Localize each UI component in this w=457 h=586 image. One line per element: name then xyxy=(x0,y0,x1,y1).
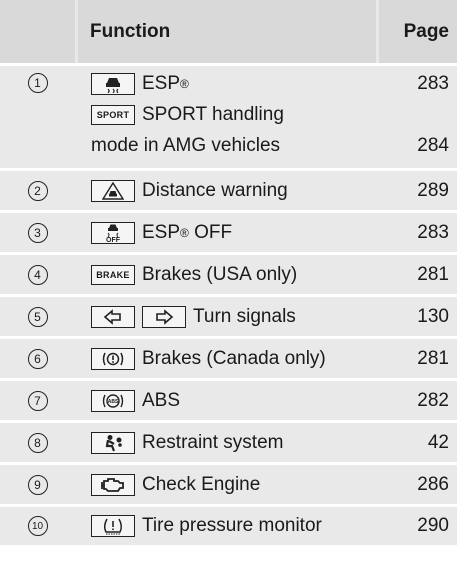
function-cell: Restraint system xyxy=(78,423,376,462)
esp-off-icon: OFF xyxy=(91,221,135,244)
row-number-cell: 3 xyxy=(0,213,75,252)
row-number-cell: 6 xyxy=(0,339,75,378)
esp-car-icon xyxy=(91,72,135,95)
function-text: Tire pressure monitor xyxy=(142,515,322,536)
function-text: Restraint system xyxy=(142,431,284,453)
row-number-cell: 2 xyxy=(0,171,75,210)
header-function: Function xyxy=(78,0,376,63)
table-row: 9 Check Engine 286 xyxy=(0,465,457,504)
page-number: 286 xyxy=(417,473,449,495)
page-number: 42 xyxy=(427,431,449,453)
function-table: Function Page 1 ESP ® SPORT SPORT handlin… xyxy=(0,0,457,545)
table-row: 2 Distance warning 289 xyxy=(0,171,457,210)
function-cell: ESP ® SPORT SPORT handling mode in AMG ve… xyxy=(78,66,376,168)
function-cell: Turn signals xyxy=(78,297,376,336)
page-number: 289 xyxy=(417,179,449,201)
header-number-cell xyxy=(0,0,75,63)
page-cell: 289 xyxy=(379,171,457,210)
function-text: mode in AMG vehicles xyxy=(91,134,281,156)
page-number: 290 xyxy=(417,515,449,536)
page-cell: 283 284 xyxy=(379,66,457,168)
page-cell: 130 xyxy=(379,297,457,336)
table-row: 5 Turn signals 130 xyxy=(0,297,457,336)
brake-text-icon: BRAKE xyxy=(91,264,135,285)
function-text-suffix: OFF xyxy=(188,221,233,243)
registered-mark: ® xyxy=(180,225,189,240)
function-cell: ABS ABS xyxy=(78,381,376,420)
row-number: 9 xyxy=(27,474,48,495)
tire-pressure-icon xyxy=(91,515,135,537)
table-row: 3 OFF ESP ® OFF 283 xyxy=(0,213,457,252)
brake-circle-icon xyxy=(91,347,135,370)
table-header: Function Page xyxy=(0,0,457,63)
engine-icon xyxy=(91,473,135,496)
page-number: 283 xyxy=(417,221,449,243)
function-cell: Check Engine xyxy=(78,465,376,504)
row-number: 4 xyxy=(27,264,48,285)
svg-text:OFF: OFF xyxy=(106,237,121,243)
sport-text-icon: SPORT xyxy=(91,104,135,125)
row-number-cell: 7 xyxy=(0,381,75,420)
page-cell: 282 xyxy=(379,381,457,420)
table-row: 6 Brakes (Canada only) 281 xyxy=(0,339,457,378)
page-cell: 42 xyxy=(379,423,457,462)
function-cell: Brakes (Canada only) xyxy=(78,339,376,378)
distance-warning-icon xyxy=(91,179,135,202)
function-cell: Tire pressure monitor xyxy=(78,507,376,545)
row-number: 6 xyxy=(27,348,48,369)
row-number: 5 xyxy=(27,306,48,327)
function-text: ABS xyxy=(142,389,181,411)
table-row: 7 ABS ABS 282 xyxy=(0,381,457,420)
table-row: 10 Tire pressure monitor 290 xyxy=(0,507,457,545)
function-text: Check Engine xyxy=(142,473,261,495)
row-number-cell: 10 xyxy=(0,507,75,545)
function-cell: OFF ESP ® OFF xyxy=(78,213,376,252)
page-number: 284 xyxy=(417,134,449,156)
restraint-icon xyxy=(91,431,135,454)
table-row: 1 ESP ® SPORT SPORT handling mode in AMG … xyxy=(0,66,457,168)
header-page: Page xyxy=(379,0,457,63)
row-number: 2 xyxy=(27,180,48,201)
page-cell: 286 xyxy=(379,465,457,504)
function-text: ESP xyxy=(142,221,181,243)
registered-mark: ® xyxy=(180,76,189,91)
abs-icon: ABS xyxy=(91,389,135,412)
svg-text:ABS: ABS xyxy=(108,399,119,405)
page-cell: 281 xyxy=(379,255,457,294)
page-cell: 290 xyxy=(379,507,457,545)
page-number: 282 xyxy=(417,389,449,411)
function-cell: BRAKE Brakes (USA only) xyxy=(78,255,376,294)
function-text: SPORT handling xyxy=(142,103,284,125)
row-number: 3 xyxy=(27,222,48,243)
row-number-cell: 5 xyxy=(0,297,75,336)
row-number-cell: 8 xyxy=(0,423,75,462)
row-number: 8 xyxy=(27,432,48,453)
function-text: Distance warning xyxy=(142,179,288,201)
page-cell: 281 xyxy=(379,339,457,378)
function-text: ESP xyxy=(142,72,181,94)
page-number: 130 xyxy=(417,305,449,327)
page-number: 281 xyxy=(417,347,449,369)
row-number: 1 xyxy=(27,73,48,93)
page-number: 281 xyxy=(417,263,449,285)
function-text: Brakes (USA only) xyxy=(142,263,298,285)
table-row: 4 BRAKE Brakes (USA only) 281 xyxy=(0,255,457,294)
page-cell: 283 xyxy=(379,213,457,252)
row-number: 7 xyxy=(27,390,48,411)
function-text: Brakes (Canada only) xyxy=(142,347,326,369)
row-number: 10 xyxy=(27,516,48,536)
row-number-cell: 4 xyxy=(0,255,75,294)
table-row: 8 Restraint system 42 xyxy=(0,423,457,462)
row-number-cell: 1 xyxy=(0,66,75,168)
function-cell: Distance warning xyxy=(78,171,376,210)
page-number: 283 xyxy=(417,72,449,94)
row-number-cell: 9 xyxy=(0,465,75,504)
turn-signal-left-icon xyxy=(91,305,135,328)
function-text: Turn signals xyxy=(193,305,296,327)
turn-signal-right-icon xyxy=(142,305,186,328)
